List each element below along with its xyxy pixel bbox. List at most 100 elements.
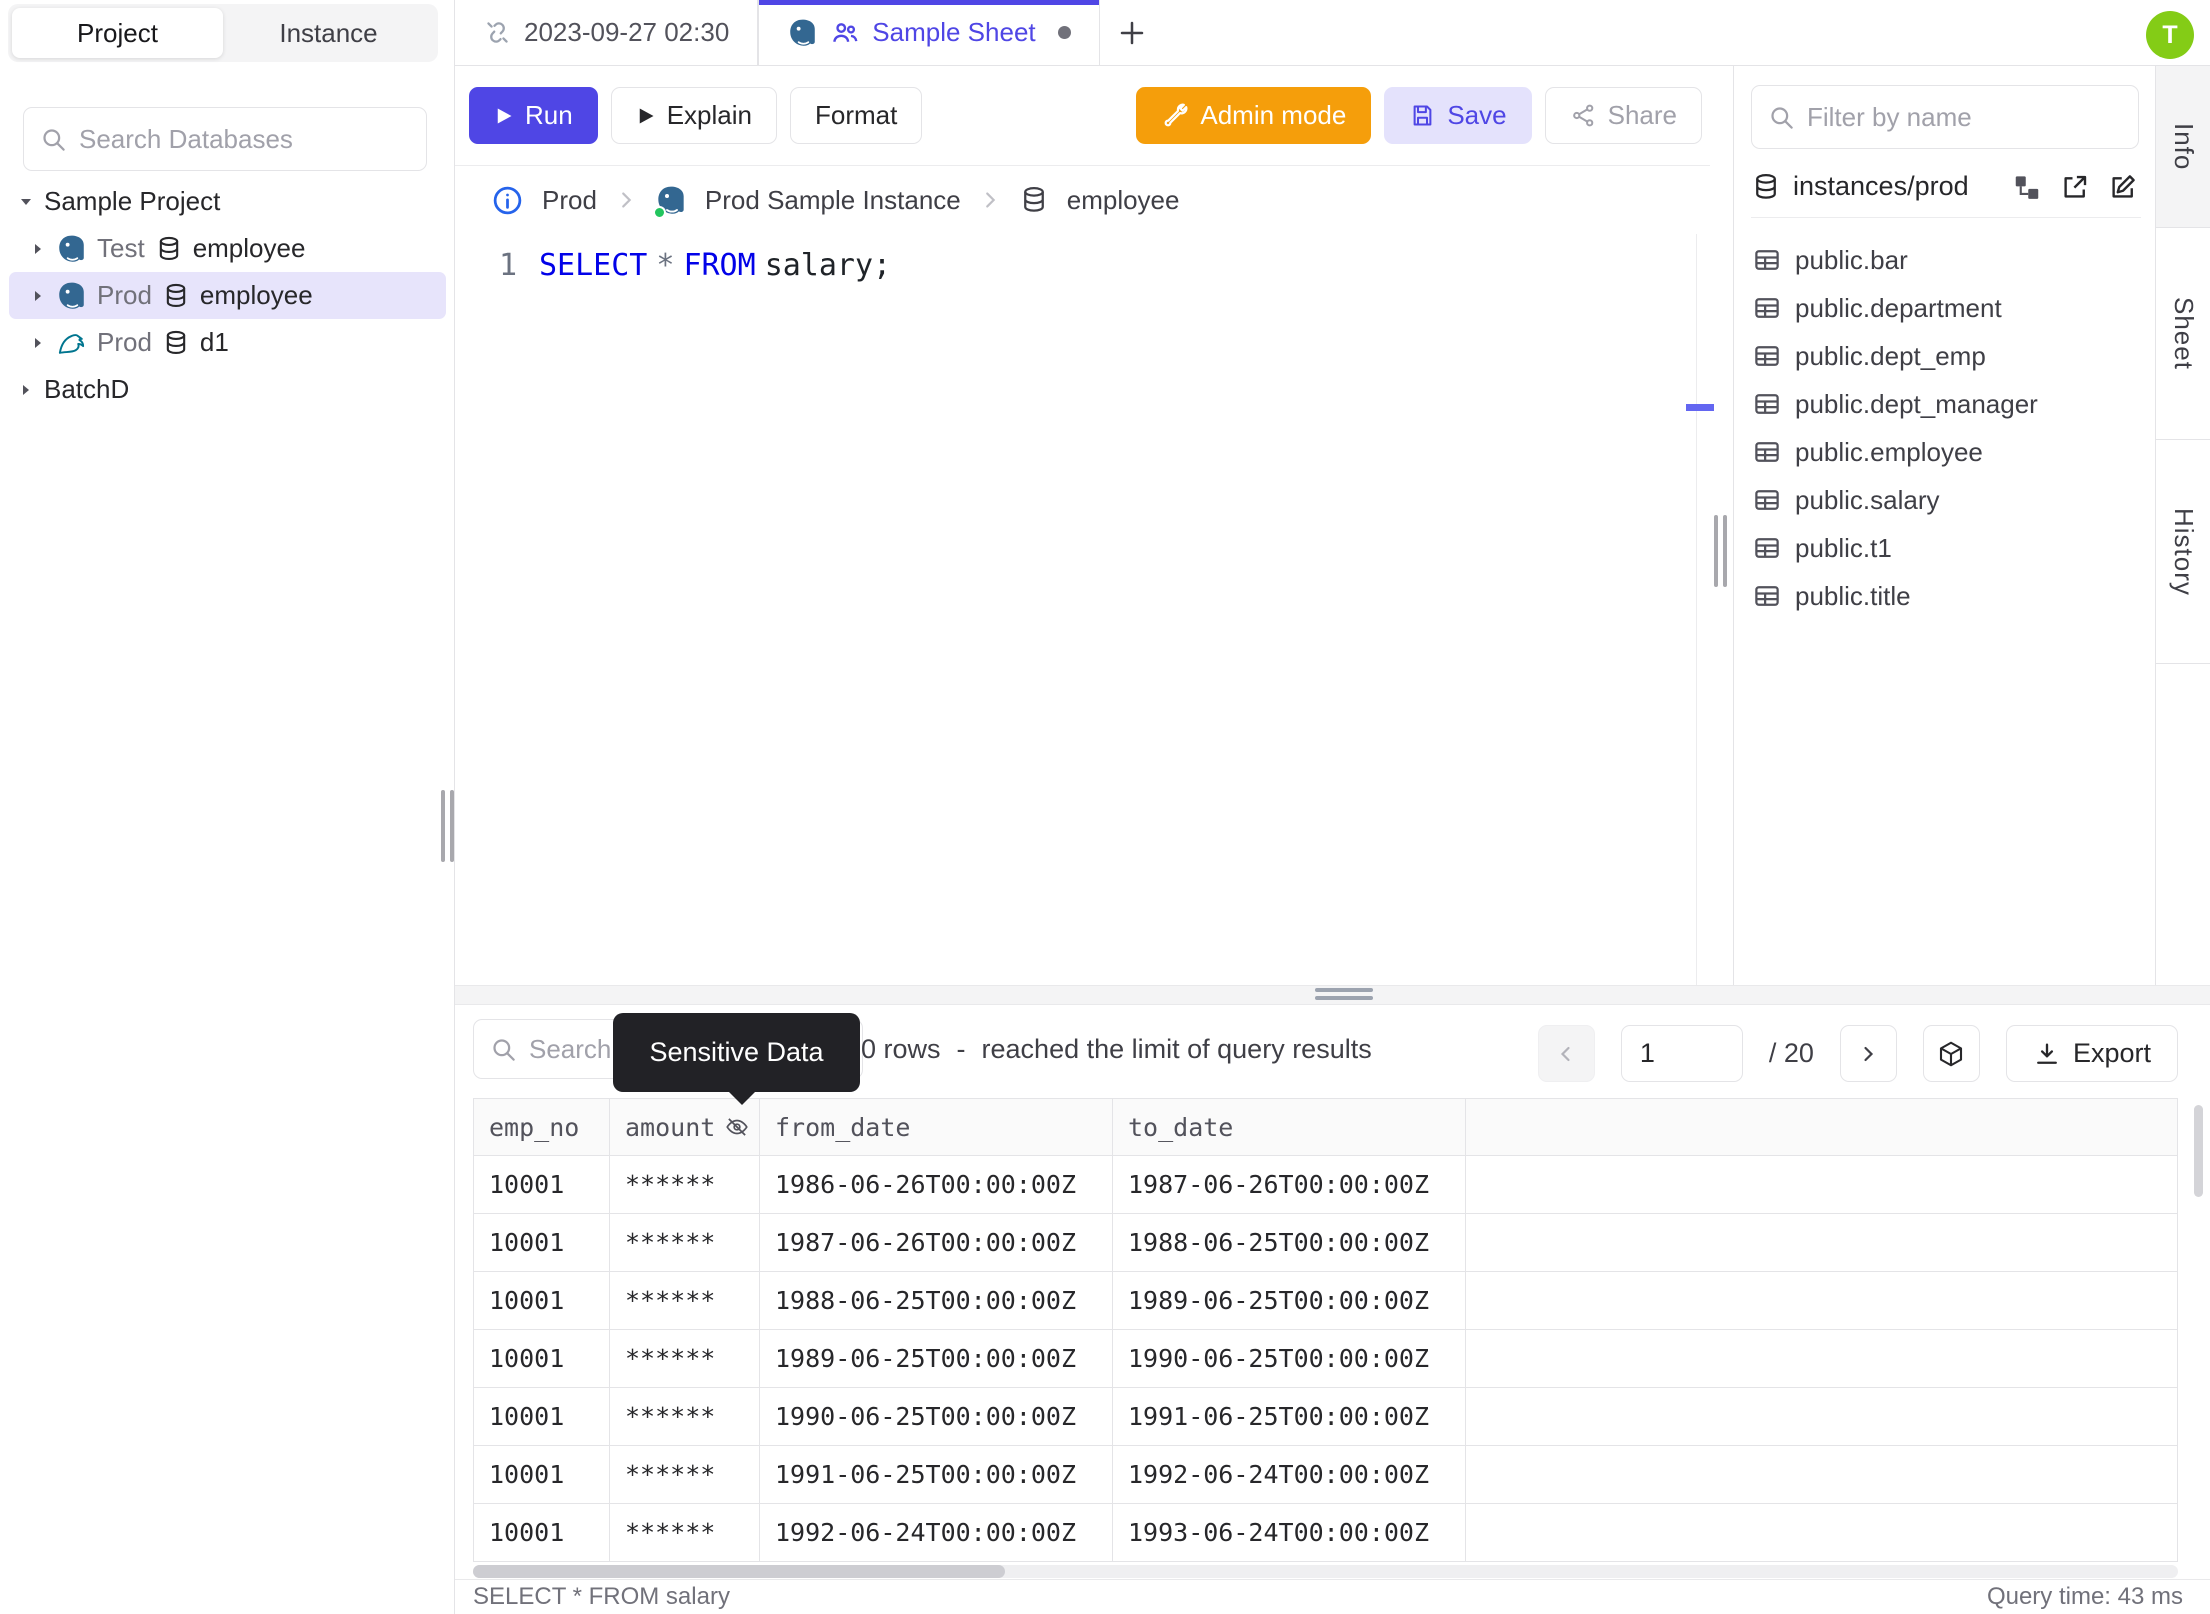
tree-item-prod-d1[interactable]: Prod d1	[9, 319, 446, 366]
right-panel-resize-handle[interactable]	[1714, 515, 1727, 587]
next-page-button[interactable]	[1839, 1025, 1897, 1082]
table-row[interactable]: 10001 ****** 1986-06-26T00:00:00Z 1987-0…	[473, 1156, 2178, 1214]
info-icon[interactable]	[491, 184, 524, 217]
cell[interactable]: 1991-06-25T00:00:00Z	[1113, 1388, 1466, 1446]
cell[interactable]: 1987-06-26T00:00:00Z	[1113, 1156, 1466, 1214]
caret-right-icon[interactable]	[30, 241, 46, 257]
database-search-field[interactable]	[79, 123, 410, 155]
table-row[interactable]: 10001 ****** 1989-06-25T00:00:00Z 1990-0…	[473, 1330, 2178, 1388]
eye-off-icon[interactable]	[724, 1114, 750, 1140]
tab-instance[interactable]: Instance	[223, 8, 434, 58]
horizontal-scrollbar[interactable]	[473, 1565, 2178, 1578]
table-list-item[interactable]: public.bar	[1734, 236, 2155, 284]
user-avatar[interactable]: T	[2146, 11, 2194, 59]
table-name: public.dept_emp	[1795, 340, 1986, 371]
table-list-item[interactable]: public.employee	[1734, 428, 2155, 476]
external-link-icon[interactable]	[2057, 169, 2093, 205]
cell[interactable]: 1990-06-25T00:00:00Z	[1113, 1330, 1466, 1388]
cell[interactable]: 1992-06-24T00:00:00Z	[1113, 1446, 1466, 1504]
filter-input[interactable]	[1751, 85, 2139, 149]
caret-right-icon[interactable]	[30, 288, 46, 304]
share-button[interactable]: Share	[1544, 87, 1702, 144]
table-list-item[interactable]: public.title	[1734, 572, 2155, 620]
cell[interactable]: 1988-06-25T00:00:00Z	[1113, 1214, 1466, 1272]
explain-button[interactable]: Explain	[610, 87, 777, 144]
cell[interactable]: ******	[610, 1214, 760, 1272]
cell[interactable]: 1988-06-25T00:00:00Z	[760, 1272, 1113, 1330]
cell[interactable]: 1989-06-25T00:00:00Z	[1113, 1272, 1466, 1330]
admin-mode-button[interactable]: Admin mode	[1136, 87, 1372, 144]
breadcrumb-instance[interactable]: Prod Sample Instance	[705, 185, 961, 216]
tree-item-prod-employee[interactable]: Prod employee	[9, 272, 446, 319]
table-row[interactable]: 10001 ****** 1988-06-25T00:00:00Z 1989-0…	[473, 1272, 2178, 1330]
table-list-item[interactable]: public.salary	[1734, 476, 2155, 524]
sql-editor[interactable]: 1 SELECT * FROM salary;	[455, 234, 1696, 296]
prev-page-button[interactable]	[1537, 1025, 1595, 1082]
table-list-item[interactable]: public.department	[1734, 284, 2155, 332]
cell[interactable]: 10001	[473, 1446, 610, 1504]
cell[interactable]: 1990-06-25T00:00:00Z	[760, 1388, 1113, 1446]
breadcrumb-environment[interactable]: Prod	[542, 185, 597, 216]
column-header[interactable]: emp_no	[473, 1098, 610, 1156]
database-search-input[interactable]	[23, 107, 427, 171]
vertical-scrollbar-thumb[interactable]	[2194, 1105, 2203, 1197]
results-split-strip[interactable]	[455, 985, 2210, 1005]
cell[interactable]: 10001	[473, 1504, 610, 1562]
table-row[interactable]: 10001 ****** 1987-06-26T00:00:00Z 1988-0…	[473, 1214, 2178, 1272]
sheet-tab-active[interactable]: Sample Sheet	[758, 0, 1100, 65]
tree-item-sample-project[interactable]: Sample Project	[9, 178, 446, 225]
save-button[interactable]: Save	[1384, 87, 1532, 144]
cell[interactable]: ******	[610, 1156, 760, 1214]
cell[interactable]: 1987-06-26T00:00:00Z	[760, 1214, 1113, 1272]
table-row[interactable]: 10001 ****** 1991-06-25T00:00:00Z 1992-0…	[473, 1446, 2178, 1504]
column-header[interactable]: amount	[610, 1098, 760, 1156]
tab-info[interactable]: Info	[2156, 66, 2210, 228]
tab-sheet[interactable]: Sheet	[2156, 228, 2210, 440]
export-button[interactable]: Export	[2005, 1025, 2178, 1082]
table-list-item[interactable]: public.dept_manager	[1734, 380, 2155, 428]
results-status-bar: SELECT * FROM salary Query time: 43 ms	[455, 1579, 2210, 1614]
table-list-item[interactable]: public.t1	[1734, 524, 2155, 572]
sheet-tab-unsaved[interactable]: 2023-09-27 02:30	[455, 0, 759, 65]
cell[interactable]: 1989-06-25T00:00:00Z	[760, 1330, 1113, 1388]
cell[interactable]: 10001	[473, 1330, 610, 1388]
cell[interactable]: 10001	[473, 1156, 610, 1214]
sidebar-resize-handle[interactable]	[441, 790, 454, 862]
tree-item-batchd[interactable]: BatchD	[9, 366, 446, 413]
horizontal-scrollbar-thumb[interactable]	[473, 1565, 1005, 1578]
cell[interactable]: ******	[610, 1388, 760, 1446]
schema-diagram-icon[interactable]	[2009, 169, 2045, 205]
cell[interactable]: ******	[610, 1272, 760, 1330]
cell[interactable]: 1993-06-24T00:00:00Z	[1113, 1504, 1466, 1562]
table-row[interactable]: 10001 ****** 1990-06-25T00:00:00Z 1991-0…	[473, 1388, 2178, 1446]
cell[interactable]: 1992-06-24T00:00:00Z	[760, 1504, 1113, 1562]
tree-item-test-employee[interactable]: Test employee	[9, 225, 446, 272]
breadcrumb-database[interactable]: employee	[1067, 185, 1180, 216]
format-button[interactable]: Format	[789, 87, 923, 144]
edit-icon[interactable]	[2105, 169, 2141, 205]
cell[interactable]: 10001	[473, 1388, 610, 1446]
tab-history[interactable]: History	[2156, 440, 2210, 664]
caret-right-icon[interactable]	[30, 335, 46, 351]
add-sheet-button[interactable]	[1100, 0, 1164, 65]
page-number-input[interactable]	[1620, 1025, 1743, 1082]
visualize-button[interactable]	[1922, 1025, 1980, 1082]
run-button[interactable]: Run	[469, 87, 598, 144]
run-label: Run	[525, 100, 573, 130]
column-header[interactable]: to_date	[1113, 1098, 1466, 1156]
tab-project[interactable]: Project	[12, 8, 223, 58]
cell[interactable]: 10001	[473, 1214, 610, 1272]
column-header[interactable]: from_date	[760, 1098, 1113, 1156]
results-resize-handle[interactable]	[1315, 988, 1373, 1000]
caret-down-icon[interactable]	[18, 194, 34, 210]
filter-field[interactable]	[1807, 101, 2122, 133]
cell[interactable]: 1986-06-26T00:00:00Z	[760, 1156, 1113, 1214]
table-row[interactable]: 10001 ****** 1992-06-24T00:00:00Z 1993-0…	[473, 1504, 2178, 1562]
table-list-item[interactable]: public.dept_emp	[1734, 332, 2155, 380]
cell[interactable]: ******	[610, 1504, 760, 1562]
cell[interactable]: ******	[610, 1330, 760, 1388]
cell[interactable]: 10001	[473, 1272, 610, 1330]
cell[interactable]: ******	[610, 1446, 760, 1504]
caret-right-icon[interactable]	[18, 382, 34, 398]
cell[interactable]: 1991-06-25T00:00:00Z	[760, 1446, 1113, 1504]
